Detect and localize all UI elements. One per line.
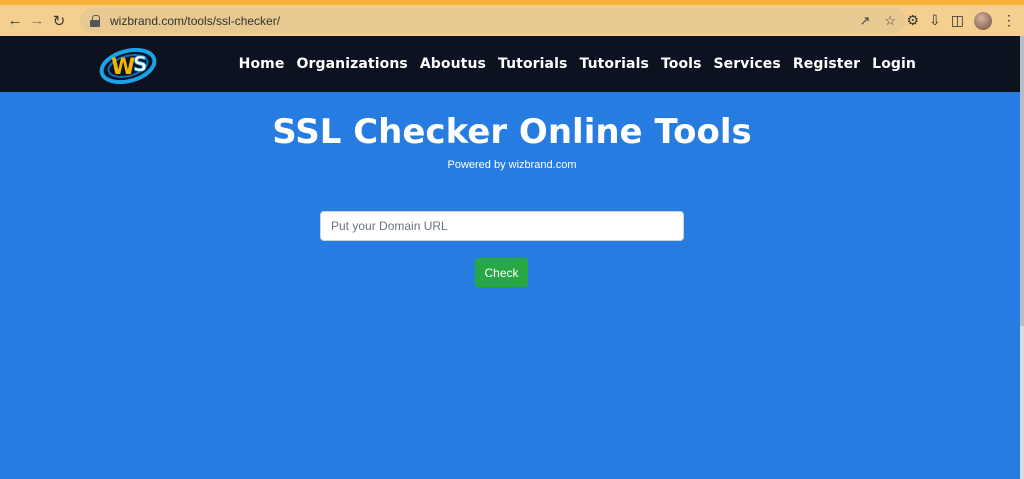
star-icon[interactable]: ☆: [884, 13, 896, 29]
profile-avatar[interactable]: [974, 11, 992, 30]
extensions-icon[interactable]: ⚙: [906, 12, 919, 29]
nav-home[interactable]: Home: [239, 56, 285, 72]
url-text[interactable]: wizbrand.com/tools/ssl-checker/: [110, 14, 280, 28]
nav-aboutus[interactable]: Aboutus: [420, 56, 486, 72]
kebab-menu-icon[interactable]: ⋮: [1002, 12, 1016, 29]
back-arrow-icon[interactable]: ←: [4, 10, 26, 32]
nav-organizations[interactable]: Organizations: [296, 56, 407, 72]
site-header: W S Home Organizations Aboutus Tutorials…: [0, 36, 1024, 92]
browser-toolbar: ← → ↻ wizbrand.com/tools/ssl-checker/ ↗ …: [0, 5, 1024, 36]
main-content: SSL Checker Online Tools Powered by wizb…: [0, 92, 1024, 479]
nav-services[interactable]: Services: [714, 56, 781, 72]
nav-tutorials[interactable]: Tutorials: [498, 56, 567, 72]
nav-tools[interactable]: Tools: [661, 56, 702, 72]
main-nav: Home Organizations Aboutus Tutorials Tut…: [239, 36, 916, 92]
lock-icon[interactable]: [90, 14, 100, 27]
download-icon[interactable]: ⇩: [929, 12, 941, 29]
domain-url-input[interactable]: [320, 211, 684, 241]
nav-login[interactable]: Login: [872, 56, 916, 72]
share-icon[interactable]: ↗: [859, 13, 870, 29]
nav-register[interactable]: Register: [793, 56, 860, 72]
sidepanel-icon[interactable]: ◫: [951, 12, 964, 29]
address-bar[interactable]: wizbrand.com/tools/ssl-checker/ ↗ ☆: [80, 8, 906, 33]
page-title: SSL Checker Online Tools: [272, 112, 752, 152]
reload-icon[interactable]: ↻: [48, 10, 70, 32]
check-button[interactable]: Check: [475, 258, 528, 287]
wizbrand-logo[interactable]: W S: [98, 42, 158, 86]
scrollbar-thumb[interactable]: [1020, 36, 1024, 326]
forward-arrow-icon[interactable]: →: [26, 10, 48, 32]
page-subtitle: Powered by wizbrand.com: [447, 159, 577, 171]
nav-tutorials-2[interactable]: Tutorials: [579, 56, 648, 72]
svg-text:W: W: [111, 55, 135, 80]
svg-text:S: S: [133, 52, 147, 76]
